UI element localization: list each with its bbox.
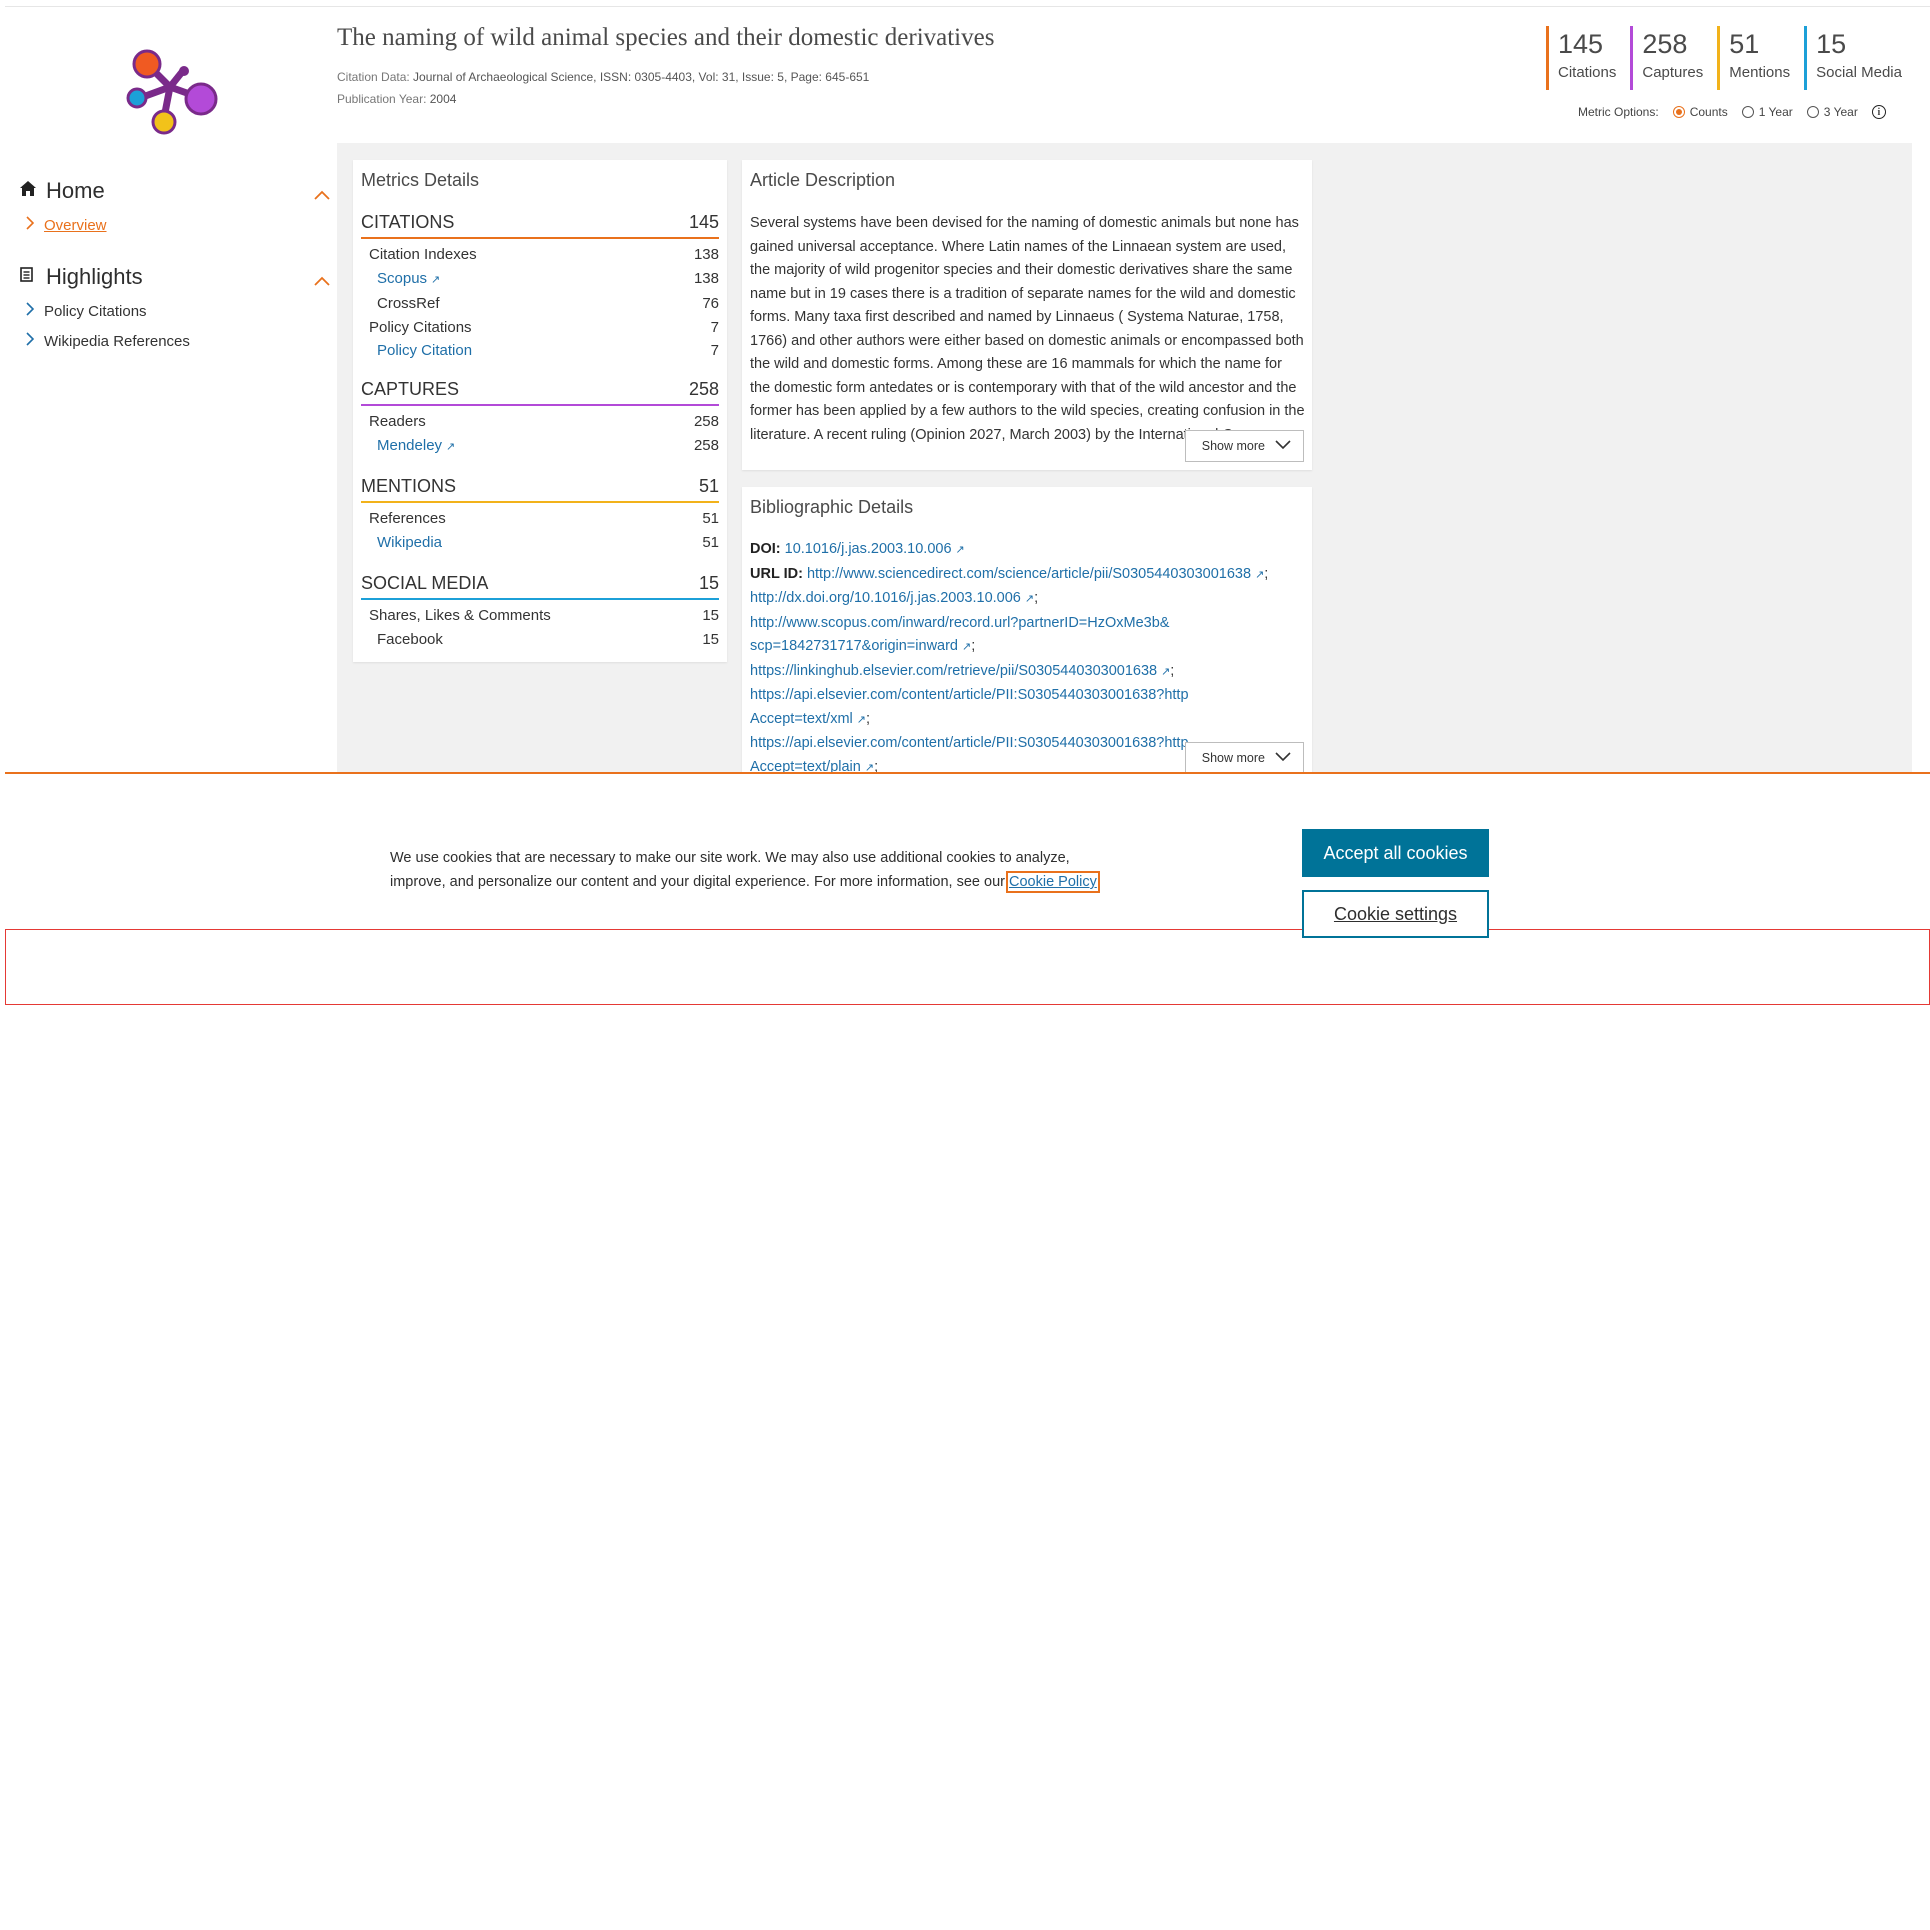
summary-social-media[interactable]: 15 Social Media: [1804, 26, 1902, 90]
external-link-icon: ↗: [446, 440, 456, 453]
metric-options-label: Metric Options:: [1578, 105, 1659, 119]
article-title: The naming of wild animal species and th…: [337, 24, 995, 51]
metric-row: Shares, Likes & Comments 15: [369, 607, 719, 624]
accept-all-cookies-button[interactable]: Accept all cookies: [1302, 829, 1489, 877]
option-counts[interactable]: Counts: [1672, 105, 1728, 119]
metric-row: Facebook 15: [377, 630, 719, 648]
chevron-up-icon[interactable]: [314, 180, 330, 206]
article-description-card: Article Description Several systems have…: [742, 160, 1312, 470]
url-link[interactable]: http://dx.doi.org/10.1016/j.jas.2003.10.…: [750, 590, 1021, 606]
bibliographic-details-title: Bibliographic Details: [750, 497, 914, 517]
metric-row: Policy Citations 7: [369, 318, 719, 336]
wikipedia-link[interactable]: Wikipedia: [377, 531, 442, 555]
external-link-icon: ↗: [1024, 593, 1035, 605]
chevron-down-icon: [1275, 439, 1291, 453]
show-more-button[interactable]: Show more: [1184, 742, 1304, 774]
radio-icon: [1741, 106, 1754, 118]
cookie-message: We use cookies that are necessary to mak…: [390, 850, 1100, 893]
sidebar-item-policy-citations[interactable]: Policy Citations: [20, 302, 330, 320]
chevron-right-icon: [26, 216, 35, 234]
article-description-title: Article Description: [750, 170, 896, 190]
bibliographic-details-card: Bibliographic Details DOI: 10.1016/j.jas…: [742, 487, 1312, 777]
sidebar-item-wikipedia-references[interactable]: Wikipedia References: [20, 332, 330, 350]
mentions-header: MENTIONS 51: [361, 476, 719, 503]
sidebar-item-overview[interactable]: Overview: [20, 216, 330, 234]
metric-row: Policy Citation 7: [361, 339, 719, 363]
social-media-header: SOCIAL MEDIA 15: [361, 573, 719, 600]
social-media-group: SOCIAL MEDIA 15 Shares, Likes & Comments…: [361, 573, 719, 651]
home-icon: [20, 181, 38, 201]
mentions-group: MENTIONS 51 References 51 Wikipedia 51: [361, 476, 719, 554]
chevron-up-icon[interactable]: [314, 266, 330, 292]
radio-icon: [1806, 106, 1819, 118]
show-more-button[interactable]: Show more: [1184, 430, 1304, 462]
chevron-right-icon: [26, 332, 35, 350]
citations-header: CITATIONS 145: [361, 212, 719, 239]
policy-citation-link[interactable]: Policy Citation: [377, 339, 472, 363]
summary-captures[interactable]: 258 Captures: [1630, 26, 1703, 90]
option-3-year[interactable]: 3 Year: [1806, 105, 1858, 119]
top-divider: [5, 6, 1930, 7]
metric-row: Mendeley ↗ 258: [377, 436, 719, 454]
article-description-text: Several systems have been devised for th…: [750, 215, 1305, 443]
metric-summary: 145 Citations 258 Captures 51 Mentions 1…: [1546, 26, 1916, 90]
cookie-policy-link[interactable]: Cookie Policy: [1006, 871, 1100, 893]
external-link-icon: ↗: [962, 641, 972, 653]
metric-row: Scopus ↗ 138: [377, 269, 719, 287]
cookie-settings-button[interactable]: Cookie settings: [1302, 890, 1489, 938]
captures-header: CAPTURES 258: [361, 379, 719, 406]
external-link-icon: ↗: [1255, 568, 1265, 581]
metric-row: CrossRef 76: [377, 295, 719, 312]
sidebar-highlights: Highlights Policy Citations Wikipedia Re…: [20, 264, 330, 350]
chevron-right-icon: [26, 302, 35, 320]
scopus-link[interactable]: Scopus: [377, 270, 427, 287]
url-link[interactable]: http://www.scopus.com/inward/record.url?…: [750, 615, 1169, 655]
metric-row: Citation Indexes 138: [369, 246, 719, 263]
publication-year: Publication Year: 2004: [337, 92, 457, 106]
mendeley-link[interactable]: Mendeley: [377, 437, 442, 454]
metric-row: Readers 258: [369, 413, 719, 430]
url-link[interactable]: https://linkinghub.elsevier.com/retrieve…: [750, 663, 1157, 679]
info-icon[interactable]: i: [1871, 105, 1886, 119]
metrics-details-title: Metrics Details: [361, 170, 480, 190]
sidebar-home: Home Overview: [20, 178, 330, 234]
external-link-icon: ↗: [431, 273, 441, 286]
external-link-icon: ↗: [955, 544, 965, 556]
plumx-logo-icon: [126, 49, 218, 135]
metric-row: Wikipedia 51: [361, 531, 719, 555]
external-link-icon: ↗: [856, 713, 866, 726]
doi-link[interactable]: 10.1016/j.jas.2003.10.006: [785, 541, 952, 557]
summary-citations[interactable]: 145 Citations: [1546, 26, 1616, 90]
url-link[interactable]: https://api.elsevier.com/content/article…: [750, 735, 1189, 775]
captures-group: CAPTURES 258 Readers 258 Mendeley ↗ 258: [361, 379, 719, 459]
citations-group: CITATIONS 145 Citation Indexes 138 Scopus…: [361, 212, 719, 363]
radio-selected-icon: [1672, 106, 1685, 118]
metric-row: References 51: [369, 510, 719, 527]
sidebar-highlights-header[interactable]: Highlights: [20, 264, 330, 290]
chevron-down-icon: [1275, 751, 1291, 765]
citation-data: Citation Data: Journal of Archaeological…: [337, 70, 870, 84]
sidebar-home-header[interactable]: Home: [20, 178, 330, 204]
outlined-region: [5, 929, 1930, 1005]
summary-mentions[interactable]: 51 Mentions: [1717, 26, 1790, 90]
metrics-details-card: Metrics Details CITATIONS 145 Citation I…: [353, 160, 727, 662]
url-link[interactable]: http://www.sciencedirect.com/science/art…: [807, 566, 1251, 582]
highlights-icon: [20, 267, 38, 287]
external-link-icon: ↗: [1161, 665, 1171, 678]
url-link[interactable]: https://api.elsevier.com/content/article…: [750, 687, 1189, 727]
option-1-year[interactable]: 1 Year: [1741, 105, 1793, 119]
metric-options: Metric Options: Counts 1 Year 3 Year i: [1578, 105, 1886, 119]
